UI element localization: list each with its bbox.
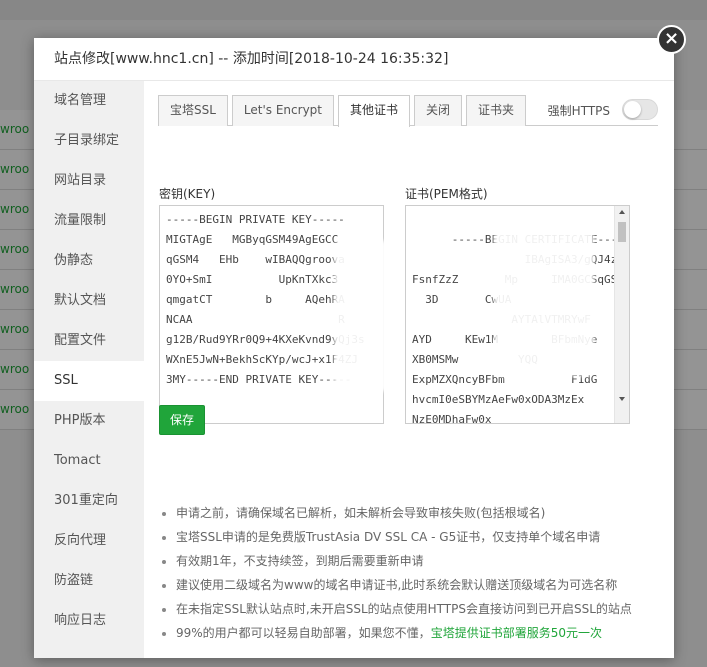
force-https-toggle[interactable] [622, 99, 658, 120]
ssl-notes: 申请之前，请确保域名已解析，如未解析会导致审核失败(包括根域名) 宝塔SSL申请… [162, 501, 662, 645]
sidebar: 域名管理 子目录绑定 网站目录 流量限制 伪静态 默认文档 配置文件 SSL PHP版本 Toma… [34, 81, 144, 658]
redaction-blur [334, 241, 404, 391]
sidebar-item[interactable]: PHP版本 [34, 401, 144, 441]
save-button[interactable]: 保存 [159, 405, 205, 435]
tab-lets-encrypt[interactable]: Let's Encrypt [231, 95, 334, 126]
site-edit-modal: 站点修改[www.hnc1.cn] -- 添加时间[2018-10-24 16:… [34, 38, 674, 658]
cert-label: 证书(PEM格式) [405, 187, 488, 201]
redaction-blur [494, 231, 594, 376]
note-item: 有效期1年，不支持续签，到期后需要重新申请 [162, 549, 662, 573]
scroll-thumb[interactable] [618, 222, 626, 242]
note-item: 建议使用二级域名为www的域名申请证书,此时系统会默认赠送顶级域名为可选名称 [162, 573, 662, 597]
sidebar-item[interactable]: 网站目录 [34, 161, 144, 201]
scroll-down-icon[interactable] [619, 397, 625, 401]
sidebar-item[interactable]: 响应日志 [34, 601, 144, 641]
note-item: 99%的用户都可以轻易自助部署，如果您不懂，宝塔提供证书部署服务50元一次 [162, 621, 662, 645]
key-label: 密钥(KEY) [159, 187, 216, 201]
tab-bt-ssl[interactable]: 宝塔SSL [158, 95, 228, 126]
force-https-label: 强制HTTPS [547, 104, 610, 118]
close-icon[interactable]: × [657, 25, 686, 54]
tab-close-ssl[interactable]: 关闭 [414, 95, 463, 126]
sidebar-item[interactable]: 流量限制 [34, 201, 144, 241]
note-item: 在未指定SSL默认站点时,未开启SSL的站点使用HTTPS会直接访问到已开启SS… [162, 597, 662, 621]
sidebar-item[interactable]: 默认文档 [34, 281, 144, 321]
sidebar-item[interactable]: 301重定向 [34, 481, 144, 521]
ssl-tabs: 宝塔SSL Let's Encrypt 其他证书 关闭 证书夹 强制HTTPS [158, 95, 658, 127]
sidebar-item[interactable]: 伪静态 [34, 241, 144, 281]
tab-cert-folder[interactable]: 证书夹 [466, 95, 527, 126]
sidebar-item[interactable]: 子目录绑定 [34, 121, 144, 161]
note-item: 申请之前，请确保域名已解析，如未解析会导致审核失败(包括根域名) [162, 501, 662, 525]
ssl-panel: 宝塔SSL Let's Encrypt 其他证书 关闭 证书夹 强制HTTPS … [144, 81, 674, 658]
sidebar-item[interactable]: 防盗链 [34, 561, 144, 601]
sidebar-item[interactable]: 域名管理 [34, 81, 144, 121]
deploy-service-link[interactable]: 宝塔提供证书部署服务50元一次 [431, 626, 602, 640]
modal-title: 站点修改[www.hnc1.cn] -- 添加时间[2018-10-24 16:… [34, 38, 674, 81]
scroll-up-icon[interactable] [619, 210, 625, 214]
note-item: 宝塔SSL申请的是免费版TrustAsia DV SSL CA - G5证书，仅… [162, 525, 662, 549]
sidebar-item[interactable]: Tomact [34, 441, 144, 481]
tab-other-cert[interactable]: 其他证书 [338, 95, 411, 127]
toggle-knob [624, 101, 641, 118]
note-text: 99%的用户都可以轻易自助部署，如果您不懂， [176, 626, 431, 640]
sidebar-item[interactable]: 反向代理 [34, 521, 144, 561]
sidebar-item[interactable]: SSL [34, 361, 144, 401]
sidebar-item[interactable]: 配置文件 [34, 321, 144, 361]
certificate-scrollbar[interactable] [614, 206, 629, 423]
